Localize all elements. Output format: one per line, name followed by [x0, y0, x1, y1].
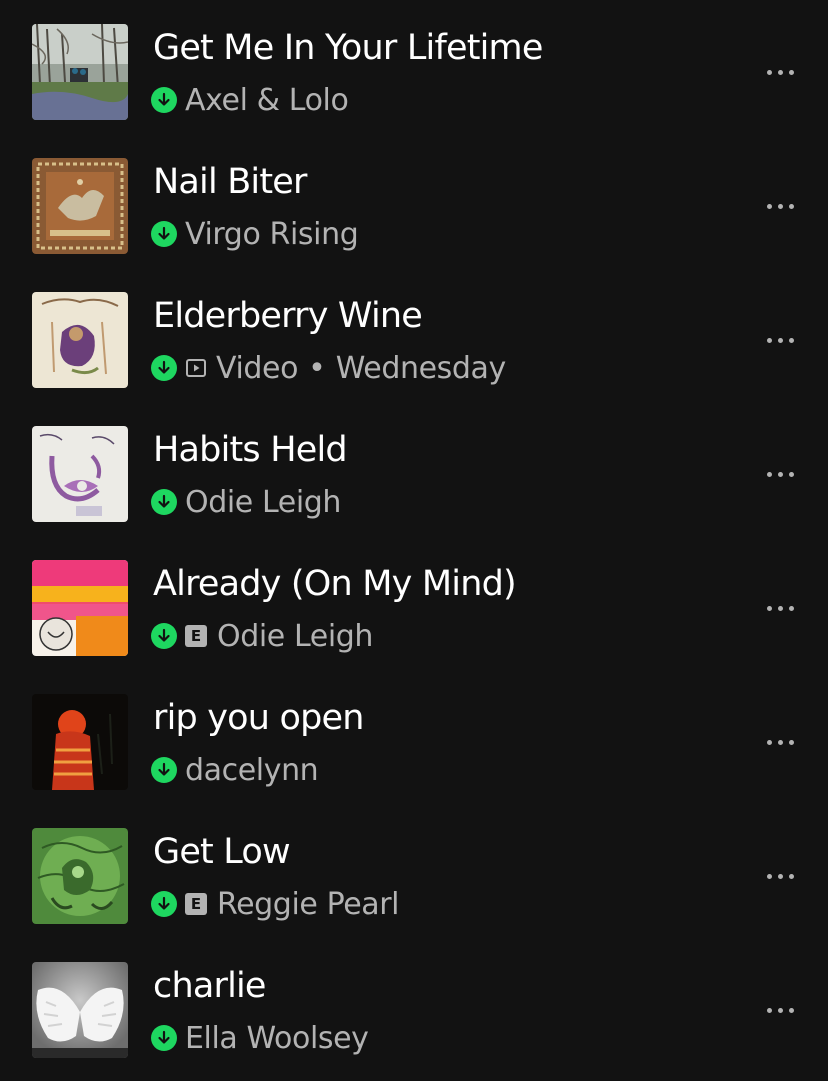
explicit-badge-icon: E	[185, 893, 207, 915]
more-options-icon-dot	[788, 337, 794, 343]
download-arrow-icon	[151, 221, 177, 247]
track-meta: Virgo Rising	[151, 214, 359, 254]
track-list: Get Me In Your Lifetime Axel & Lolo Nail…	[0, 0, 828, 1081]
track-meta: Ella Woolsey	[151, 1018, 369, 1058]
album-art-icon	[32, 962, 128, 1058]
album-art-icon	[32, 560, 128, 656]
more-options-button[interactable]	[758, 722, 802, 762]
download-arrow-icon	[151, 87, 177, 113]
more-options-icon-dot	[788, 69, 794, 75]
download-arrow-icon	[151, 1025, 177, 1051]
track-artist[interactable]: Odie Leigh	[185, 485, 341, 520]
track-row[interactable]: charlie Ella Woolsey	[0, 938, 828, 1072]
more-options-button[interactable]	[758, 454, 802, 494]
track-row[interactable]: Get Me In Your Lifetime Axel & Lolo	[0, 0, 828, 134]
album-art	[32, 694, 128, 790]
more-options-icon-dot	[788, 203, 794, 209]
download-arrow-icon	[151, 489, 177, 515]
track-meta: Video • Wednesday	[151, 348, 506, 388]
more-options-icon-dot	[777, 605, 783, 611]
track-artist[interactable]: Wednesday	[336, 351, 506, 386]
track-title: Get Me In Your Lifetime	[153, 28, 543, 68]
download-arrow-icon	[151, 891, 177, 917]
more-options-icon	[766, 471, 772, 477]
track-artist[interactable]: Odie Leigh	[217, 619, 373, 654]
more-options-icon-dot	[777, 69, 783, 75]
track-row[interactable]: Nail Biter Virgo Rising	[0, 134, 828, 268]
more-options-icon-dot	[777, 873, 783, 879]
track-artist[interactable]: Ella Woolsey	[185, 1021, 369, 1056]
album-art-icon	[32, 292, 128, 388]
album-art	[32, 24, 128, 120]
track-artist[interactable]: Virgo Rising	[185, 217, 359, 252]
more-options-icon-dot	[788, 471, 794, 477]
more-options-button[interactable]	[758, 856, 802, 896]
meta-separator: •	[308, 350, 326, 386]
track-title: Nail Biter	[153, 162, 307, 202]
track-meta: dacelynn	[151, 750, 319, 790]
more-options-icon-dot	[788, 873, 794, 879]
track-meta: E Odie Leigh	[151, 616, 373, 656]
track-row[interactable]: rip you open dacelynn	[0, 670, 828, 804]
more-options-icon-dot	[777, 471, 783, 477]
more-options-icon-dot	[777, 1007, 783, 1013]
more-options-button[interactable]	[758, 990, 802, 1030]
track-row[interactable]: Get Low E Reggie Pearl	[0, 804, 828, 938]
track-row[interactable]: Elderberry Wine Video • Wednesday	[0, 268, 828, 402]
more-options-icon	[766, 337, 772, 343]
album-art-icon	[32, 426, 128, 522]
album-art-icon	[32, 828, 128, 924]
track-meta: Odie Leigh	[151, 482, 341, 522]
video-label: Video	[216, 350, 299, 386]
download-arrow-icon	[151, 355, 177, 381]
more-options-icon	[766, 69, 772, 75]
more-options-icon-dot	[777, 337, 783, 343]
track-title: Elderberry Wine	[153, 296, 423, 336]
video-play-icon	[185, 357, 207, 379]
more-options-button[interactable]	[758, 52, 802, 92]
explicit-badge-icon: E	[185, 625, 207, 647]
album-art	[32, 560, 128, 656]
album-art	[32, 158, 128, 254]
more-options-icon	[766, 873, 772, 879]
track-title: Get Low	[153, 832, 291, 872]
track-row[interactable]: Already (On My Mind) E Odie Leigh	[0, 536, 828, 670]
more-options-icon-dot	[788, 739, 794, 745]
more-options-icon-dot	[788, 605, 794, 611]
more-options-icon-dot	[777, 739, 783, 745]
album-art-icon	[32, 24, 128, 120]
album-art-icon	[32, 694, 128, 790]
track-artist[interactable]: dacelynn	[185, 753, 319, 788]
more-options-icon-dot	[788, 1007, 794, 1013]
track-artist[interactable]: Axel & Lolo	[185, 83, 349, 118]
more-options-icon	[766, 605, 772, 611]
download-arrow-icon	[151, 623, 177, 649]
album-art	[32, 962, 128, 1058]
more-options-button[interactable]	[758, 320, 802, 360]
track-title: Already (On My Mind)	[153, 564, 517, 604]
track-meta: Axel & Lolo	[151, 80, 349, 120]
album-art-icon	[32, 158, 128, 254]
more-options-button[interactable]	[758, 186, 802, 226]
album-art	[32, 828, 128, 924]
more-options-button[interactable]	[758, 588, 802, 628]
track-title: rip you open	[153, 698, 364, 738]
more-options-icon	[766, 203, 772, 209]
album-art	[32, 292, 128, 388]
track-title: charlie	[153, 966, 266, 1006]
track-meta: E Reggie Pearl	[151, 884, 400, 924]
track-row[interactable]: Habits Held Odie Leigh	[0, 402, 828, 536]
download-arrow-icon	[151, 757, 177, 783]
track-title: Habits Held	[153, 430, 348, 470]
track-artist[interactable]: Reggie Pearl	[217, 887, 400, 922]
more-options-icon	[766, 739, 772, 745]
album-art	[32, 426, 128, 522]
more-options-icon	[766, 1007, 772, 1013]
more-options-icon-dot	[777, 203, 783, 209]
